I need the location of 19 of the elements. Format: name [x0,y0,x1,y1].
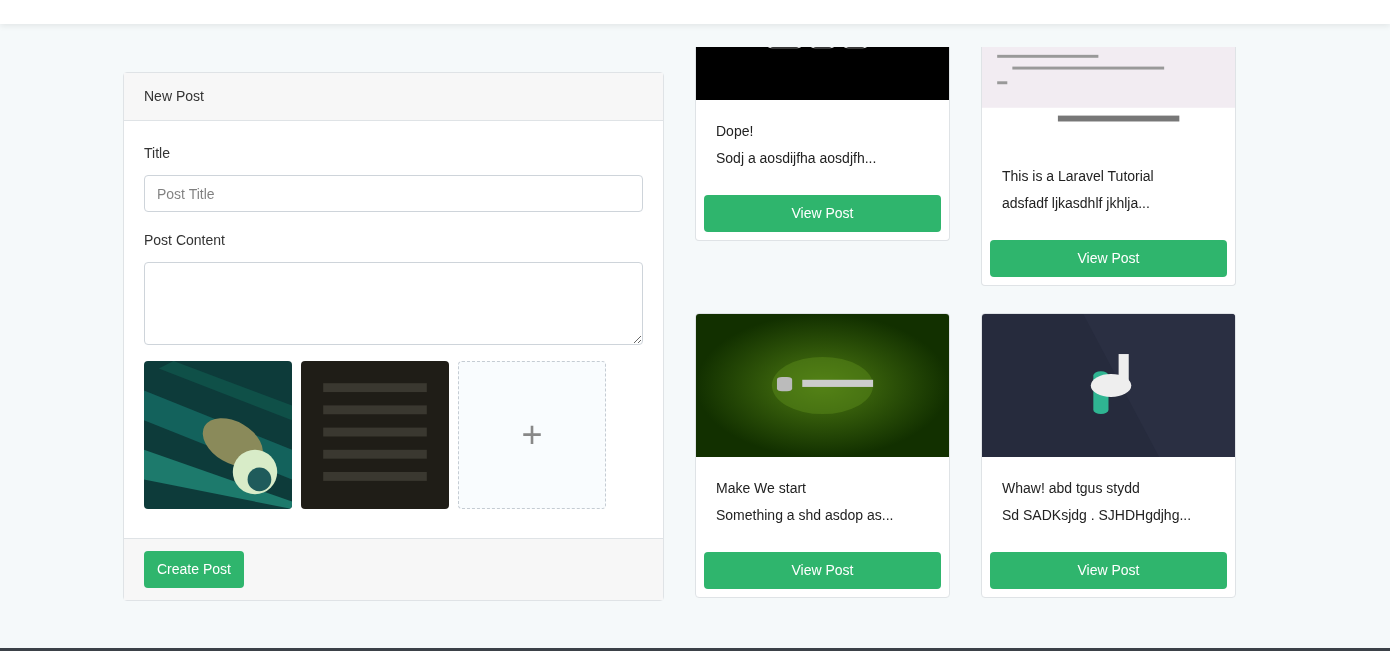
view-post-button[interactable]: View Post [704,552,941,589]
card-title: New Post [144,87,204,106]
add-image-button[interactable]: + [521,417,543,453]
post-excerpt: Sd SADKsjdg . SJHDHgdjhg... [1002,506,1193,525]
content-textarea[interactable] [144,262,643,345]
create-post-button[interactable]: Create Post [144,551,244,588]
view-post-button[interactable]: View Post [990,240,1227,277]
field-label: Title [144,144,170,163]
post-title: Dope! [716,122,755,141]
post-excerpt: Sodj a aosdijfha aosdjfh... [716,149,878,168]
view-post-button[interactable]: View Post [990,552,1227,589]
post-excerpt: Something a shd asdop as... [716,506,895,525]
view-post-button[interactable]: View Post [704,195,941,232]
post-excerpt: adsfadf ljkasdhlf jkhlja... [1002,194,1151,213]
post-title: Whaw! abd tgus stydd [1002,479,1141,498]
title-input[interactable]: Post Title [144,175,643,212]
field-label: Post Content [144,231,225,250]
post-title: Make We start [716,479,807,498]
post-title: This is a Laravel Tutorial [1002,167,1155,186]
